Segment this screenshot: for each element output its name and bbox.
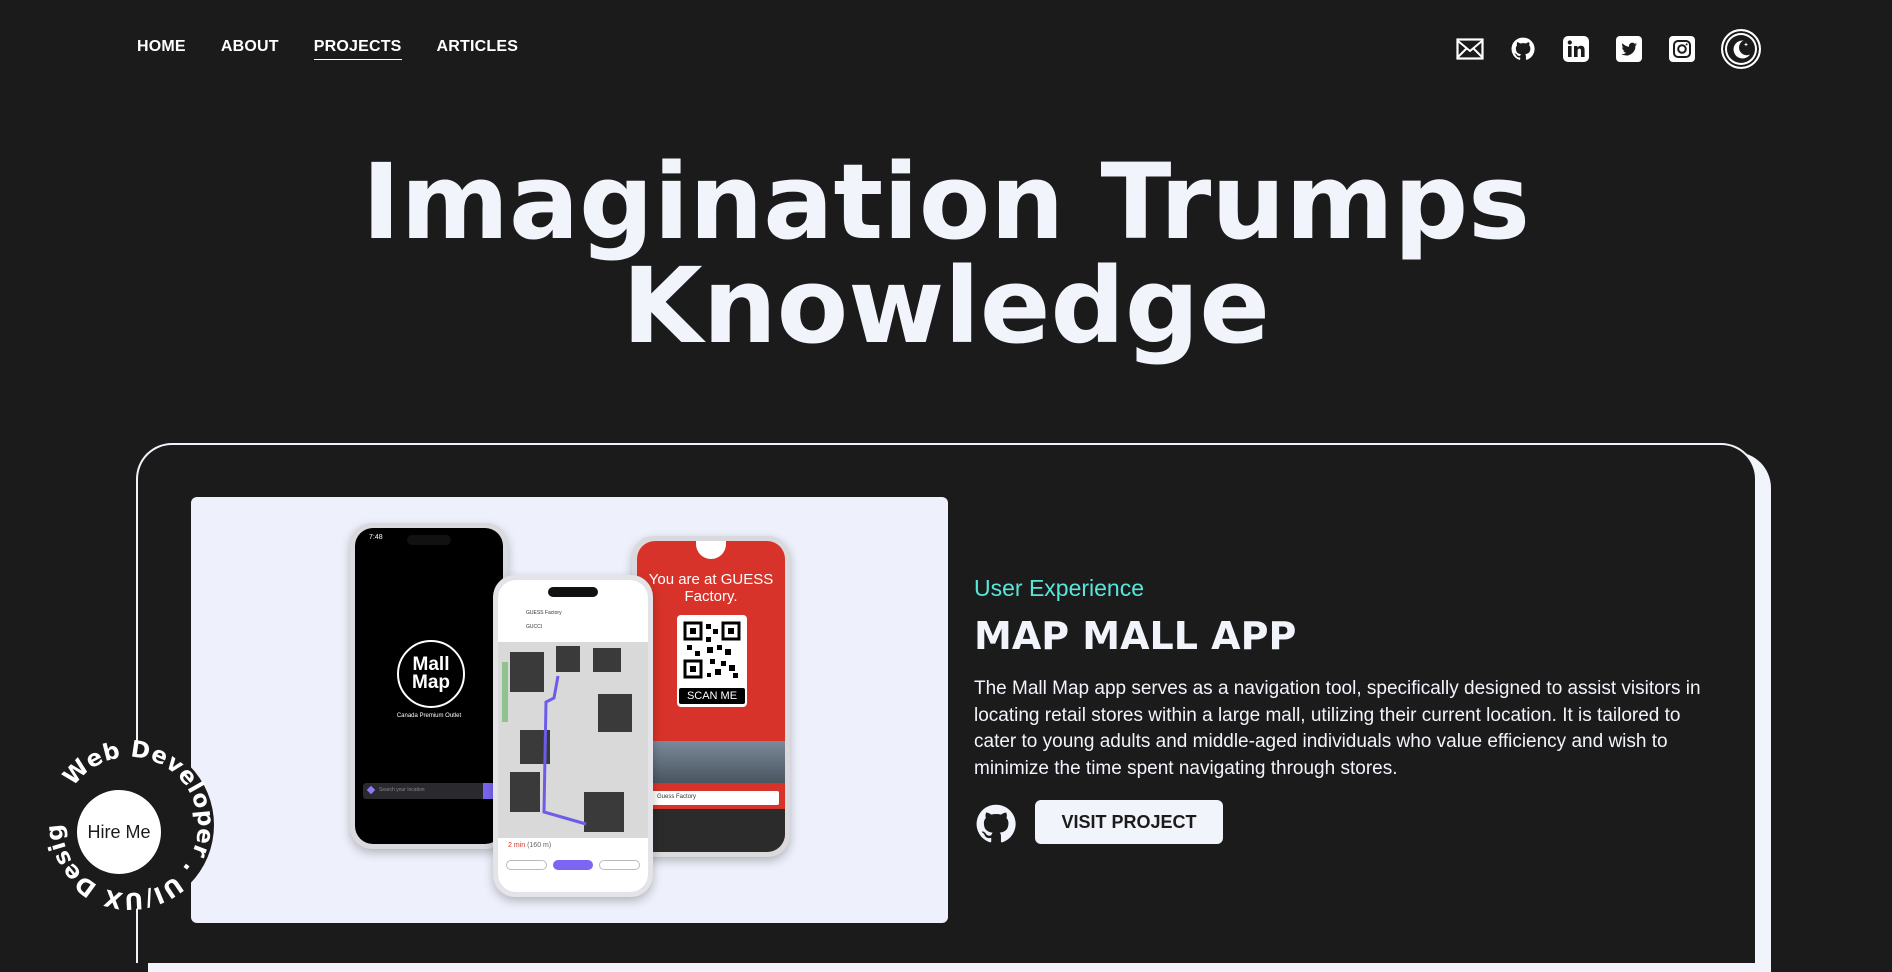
nav-articles-link[interactable]: ARTICLES [437,38,519,60]
status-time: 7:48 [369,534,383,541]
camera-view [637,809,785,852]
nav-projects-link[interactable]: PROJECTS [313,38,402,60]
search-placeholder: Search your location [379,787,425,793]
eta-time: 2 min [508,842,526,849]
instagram-icon[interactable] [1668,35,1696,63]
hire-me-widget: Web Developer . UI/UX Designer . Hire Me [30,725,230,925]
mail-icon[interactable] [1456,35,1484,63]
qr-code-icon [683,621,741,679]
project-category: User Experience [974,575,1145,601]
location-pin-icon [366,785,376,795]
project-description: The Mall Map app serves as a navigation … [974,678,1701,779]
github-icon[interactable] [1509,35,1537,63]
social-links [1456,29,1761,69]
project-image[interactable]: 7:48 Mall Map Canada Premium Outlet Sear… [191,497,948,923]
splash-search-bar: Search your location [363,783,495,799]
splash-subtitle: Canada Premium Outlet [396,713,462,719]
project-github-link[interactable] [974,802,1018,846]
eta-distance: (160 m) [527,842,552,849]
map-bottom-buttons [506,860,640,870]
qr-title: You are at GUESS Factory. [648,571,774,605]
route-from: GUESS Factory [526,610,562,616]
github-icon [976,804,1016,843]
logo-line-2: Map [412,672,450,693]
main-nav: HOME ABOUT PROJECTS ARTICLES [137,38,553,60]
qr-photo [637,741,785,783]
theme-toggle-button[interactable] [1721,29,1761,69]
route-to: GUCCI [526,624,543,630]
nav-home-link[interactable]: HOME [137,38,186,60]
route-line [542,675,587,826]
phone-mockup-splash: 7:48 Mall Map Canada Premium Outlet Sear… [350,523,508,849]
hero-line-1: Imagination Trumps [361,141,1531,263]
project-title[interactable]: MAP MALL APP [974,614,1296,658]
hire-me-button[interactable]: Hire Me [76,789,162,875]
qr-code: SCAN ME [677,615,747,707]
map-view [498,642,648,838]
store-label: Guess Factory [657,794,697,800]
linkedin-icon[interactable] [1562,35,1590,63]
twitter-icon[interactable] [1615,35,1643,63]
scan-me-label: SCAN ME [679,688,745,704]
visit-project-button[interactable]: VISIT PROJECT [1035,800,1223,844]
moon-icon [1727,35,1755,63]
nav-about-link[interactable]: ABOUT [221,38,279,60]
hero-heading: Imagination Trumps Knowledge [0,150,1892,358]
store-bar: Guess Factory [643,791,779,805]
qr-header-badge [696,541,726,559]
eta-text: 2 min (160 m) [508,842,551,849]
phone-mockup-map: GUESS Factory GUCCI 2 min (160 m) [493,575,653,897]
phone-mockup-qr: You are at GUESS Factory. SCAN ME Guess [632,536,790,857]
mall-map-logo: Mall Map [397,640,465,708]
hero-line-2: Knowledge [622,245,1270,367]
